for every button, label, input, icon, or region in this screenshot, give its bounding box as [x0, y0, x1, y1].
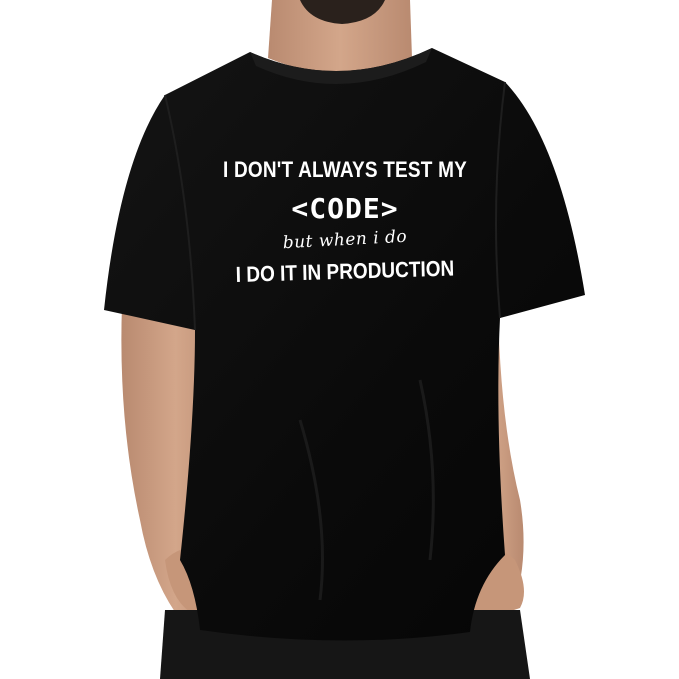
print-line-1: I DON'T ALWAYS TEST MY [223, 158, 467, 183]
print-line-2: <CODE> [291, 192, 399, 225]
shirt-illustration [104, 0, 585, 679]
product-photo: I DON'T ALWAYS TEST MY <CODE> but when i… [0, 0, 679, 679]
